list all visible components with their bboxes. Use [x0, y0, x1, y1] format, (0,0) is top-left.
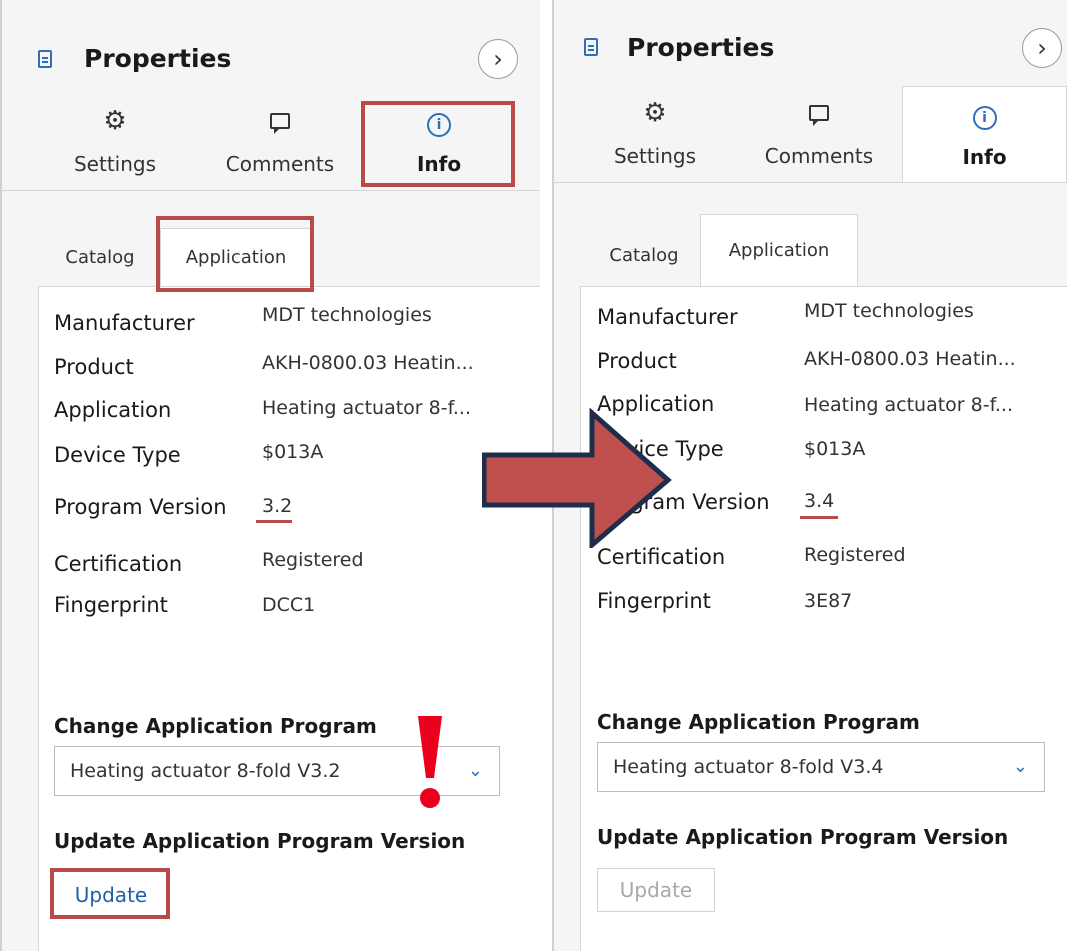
prop-label-product: Product [597, 349, 677, 373]
document-icon [584, 38, 598, 56]
collapse-panel-button[interactable]: › [1022, 28, 1062, 68]
collapse-panel-button[interactable]: › [478, 39, 518, 79]
prop-label-manufacturer: Manufacturer [597, 305, 738, 329]
version-underline [800, 516, 838, 519]
panel-title: Properties [627, 33, 775, 62]
subtab-catalog[interactable]: Catalog [594, 226, 694, 284]
change-program-title: Change Application Program [54, 714, 377, 738]
subtab-catalog[interactable]: Catalog [50, 228, 150, 286]
tab-label: Info [416, 152, 462, 176]
update-version-title: Update Application Program Version [597, 825, 1009, 849]
chevron-right-icon: › [1037, 34, 1047, 62]
prop-value-device-type: $013A [262, 441, 324, 463]
prop-value-application: Heating actuator 8-f... [804, 394, 1014, 416]
main-tab-bar: ⚙ Settings Comments i Info [552, 86, 1067, 183]
prop-value-device-type: $013A [804, 438, 866, 460]
tab-label: Comments [764, 144, 874, 168]
prop-label-device-type: Device Type [54, 443, 181, 467]
right-arrow-icon [482, 408, 672, 548]
info-icon: i [972, 106, 997, 130]
tab-label: Info [962, 145, 1007, 169]
prop-label-program-version: Program Version [54, 495, 227, 519]
prop-value-manufacturer: MDT technologies [804, 300, 974, 322]
prop-label-manufacturer: Manufacturer [54, 311, 195, 335]
application-info-card [580, 286, 1067, 951]
info-icon: i [427, 113, 451, 137]
tab-comments[interactable]: Comments [205, 94, 355, 190]
update-button[interactable]: Update [56, 874, 166, 918]
prop-label-application: Application [54, 398, 172, 422]
prop-label-fingerprint: Fingerprint [597, 589, 711, 613]
prop-value-program-version: 3.4 [804, 490, 835, 512]
prop-label-certification: Certification [54, 552, 183, 576]
gear-icon: ⚙ [643, 98, 667, 128]
update-version-title: Update Application Program Version [54, 829, 466, 853]
tab-label: Settings [73, 152, 157, 176]
tab-label: Comments [225, 152, 335, 176]
chevron-right-icon: › [493, 45, 503, 73]
prop-value-product: AKH-0800.03 Heatin... [262, 352, 474, 374]
main-tab-bar: ⚙ Settings Comments i Info [0, 94, 540, 191]
tab-comments[interactable]: Comments [744, 86, 894, 182]
prop-value-program-version: 3.2 [262, 495, 293, 517]
chevron-down-icon: ⌄ [467, 760, 483, 781]
subtab-application[interactable]: Application [700, 214, 858, 286]
prop-value-certification: Registered [804, 544, 906, 566]
panel-title: Properties [84, 44, 232, 73]
selected-program: Heating actuator 8-fold V3.4 [613, 756, 884, 778]
tab-settings[interactable]: ⚙ Settings [580, 86, 730, 182]
tab-label: Settings [613, 144, 697, 168]
properties-panel-left: Properties › ⚙ Settings Comments i Info … [0, 0, 540, 951]
prop-value-certification: Registered [262, 549, 364, 571]
prop-value-product: AKH-0800.03 Heatin... [804, 348, 1016, 370]
change-program-title: Change Application Program [597, 710, 920, 734]
prop-value-fingerprint: DCC1 [262, 594, 316, 616]
prop-value-manufacturer: MDT technologies [262, 304, 432, 326]
chevron-down-icon: ⌄ [1012, 756, 1028, 777]
tab-info[interactable]: i Info [364, 94, 514, 190]
gear-icon: ⚙ [103, 106, 127, 136]
version-underline [256, 520, 292, 523]
selected-program: Heating actuator 8-fold V3.2 [70, 760, 341, 782]
prop-label-fingerprint: Fingerprint [54, 593, 168, 617]
prop-label-product: Product [54, 355, 134, 379]
comment-icon [809, 105, 829, 126]
document-icon [38, 50, 52, 68]
tab-info[interactable]: i Info [902, 86, 1067, 182]
comment-icon [270, 113, 290, 134]
prop-value-application: Heating actuator 8-f... [262, 397, 472, 419]
prop-value-fingerprint: 3E87 [804, 590, 853, 612]
update-button-disabled[interactable]: Update [597, 868, 715, 912]
exclamation-icon [418, 716, 442, 808]
tab-settings[interactable]: ⚙ Settings [40, 94, 190, 190]
subtab-application[interactable]: Application [160, 228, 312, 286]
prop-label-certification: Certification [597, 545, 726, 569]
application-program-select[interactable]: Heating actuator 8-fold V3.4 ⌄ [597, 742, 1045, 792]
